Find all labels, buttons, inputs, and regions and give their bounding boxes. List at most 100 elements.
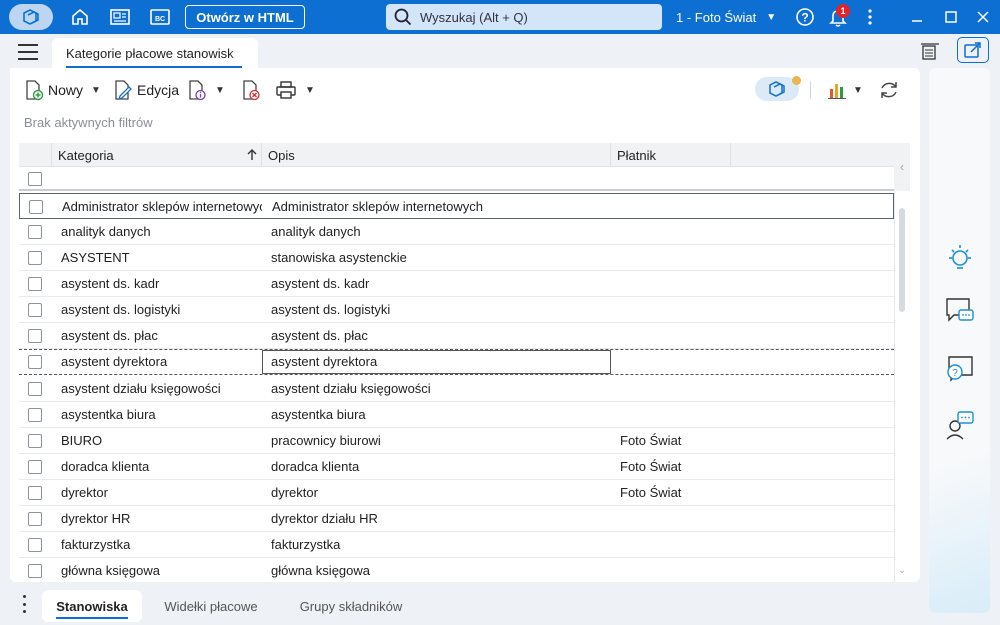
table-row[interactable]: główna księgowa główna księgowa bbox=[19, 558, 894, 582]
table-row[interactable]: dyrektor dyrektor Foto Świat bbox=[19, 480, 894, 506]
cell-opis: asystent ds. logistyki bbox=[271, 302, 391, 317]
table-row[interactable]: BIURO pracownicy biurowi Foto Świat bbox=[19, 428, 894, 454]
table-row[interactable]: ASYSTENT stanowiska asystenckie bbox=[19, 245, 894, 271]
more-vertical-icon[interactable] bbox=[858, 5, 882, 29]
collapse-panel-icon[interactable]: ‹ bbox=[894, 143, 910, 191]
refresh-button[interactable] bbox=[878, 78, 900, 102]
column-header-opis[interactable]: Opis bbox=[262, 143, 611, 167]
chat-icon[interactable] bbox=[943, 294, 977, 328]
table-row[interactable]: dyrektor HR dyrektor działu HR bbox=[19, 506, 894, 532]
table-row[interactable]: Administrator sklepów internetowych Admi… bbox=[19, 193, 894, 219]
column-header-kategoria[interactable]: Kategoria bbox=[52, 143, 242, 167]
row-checkbox[interactable] bbox=[28, 486, 42, 500]
row-checkbox[interactable] bbox=[29, 200, 43, 214]
menu-icon[interactable] bbox=[18, 44, 38, 60]
minimize-icon[interactable] bbox=[900, 0, 934, 34]
cell-kategoria: dyrektor bbox=[61, 485, 108, 500]
new-document-icon bbox=[26, 80, 44, 101]
home-icon[interactable] bbox=[68, 5, 92, 29]
open-in-html-button[interactable]: Otwórz w HTML bbox=[185, 5, 305, 29]
more-vertical-icon[interactable] bbox=[22, 595, 26, 613]
cell-kategoria: asystent działu księgowości bbox=[61, 381, 221, 396]
table-row[interactable]: asystentka biura asystentka biura bbox=[19, 402, 894, 428]
table-row[interactable]: asystent ds. kadr asystent ds. kadr bbox=[19, 271, 894, 297]
tab-widelki-placowe[interactable]: Widełki płacowe bbox=[150, 590, 272, 622]
delete-button[interactable] bbox=[241, 78, 261, 102]
tab-grupy-skladnikow[interactable]: Grupy składników bbox=[284, 590, 418, 622]
grid-select-all-row bbox=[19, 167, 894, 191]
edit-document-icon bbox=[115, 80, 132, 101]
support-agent-icon[interactable] bbox=[943, 408, 977, 442]
table-row[interactable]: asystent ds. logistyki asystent ds. logi… bbox=[19, 297, 894, 323]
table-row-focused[interactable]: asystent dyrektora asystent dyrektora bbox=[19, 349, 894, 375]
help-icon[interactable]: ? bbox=[793, 5, 817, 29]
tab-label: Widełki płacowe bbox=[164, 598, 258, 614]
cell-opis: asystent ds. płac bbox=[271, 328, 368, 343]
document-info-button[interactable]: ▼ bbox=[187, 78, 225, 102]
company-selector[interactable]: 1 - Foto Świat ▼ bbox=[676, 0, 776, 34]
scrollbar-thumb[interactable] bbox=[899, 208, 905, 312]
row-checkbox[interactable] bbox=[28, 564, 42, 578]
table-row[interactable]: asystent ds. płac asystent ds. płac bbox=[19, 323, 894, 349]
table-row[interactable]: analityk danych analityk danych bbox=[19, 219, 894, 245]
cell-kategoria: doradca klienta bbox=[61, 459, 150, 474]
row-checkbox[interactable] bbox=[28, 512, 42, 526]
row-checkbox[interactable] bbox=[28, 408, 42, 422]
notification-badge: 1 bbox=[836, 4, 850, 18]
share-icon[interactable] bbox=[957, 37, 989, 63]
select-all-checkbox[interactable] bbox=[28, 172, 42, 186]
tab-stanowiska[interactable]: Stanowiska bbox=[42, 590, 142, 622]
search-icon bbox=[394, 8, 412, 26]
close-icon[interactable] bbox=[966, 0, 1000, 34]
document-info-icon bbox=[189, 80, 206, 101]
list-settings-icon[interactable] bbox=[920, 42, 942, 62]
table-row[interactable]: doradca klienta doradca klienta Foto Świ… bbox=[19, 454, 894, 480]
maximize-icon[interactable] bbox=[934, 0, 968, 34]
cubes-icon bbox=[769, 81, 785, 97]
svg-text:?: ? bbox=[952, 368, 958, 379]
cell-opis: dyrektor działu HR bbox=[271, 511, 378, 526]
row-checkbox[interactable] bbox=[28, 251, 42, 265]
delete-document-icon bbox=[243, 80, 260, 101]
scroll-down-icon[interactable]: ⌄ bbox=[896, 565, 908, 577]
print-button[interactable]: ▼ bbox=[275, 78, 315, 102]
app-logo-button[interactable] bbox=[9, 4, 53, 30]
table-row[interactable]: asystent działu księgowości asystent dzi… bbox=[19, 376, 894, 402]
cell-opis: doradca klienta bbox=[271, 459, 360, 474]
help-chat-icon[interactable]: ? bbox=[943, 352, 977, 386]
search-input[interactable]: Wyszukaj (Alt + Q) bbox=[386, 4, 662, 30]
cell-opis: asystent dyrektora bbox=[271, 354, 378, 369]
cell-opis: Administrator sklepów internetowych bbox=[272, 199, 483, 214]
row-checkbox[interactable] bbox=[28, 225, 42, 239]
row-checkbox[interactable] bbox=[28, 329, 42, 343]
tab-kategorie-placowe[interactable]: Kategorie płacowe stanowisk bbox=[52, 38, 258, 68]
newspaper-icon[interactable] bbox=[108, 5, 132, 29]
bc-icon[interactable]: BC bbox=[148, 5, 172, 29]
new-button[interactable]: Nowy ▼ bbox=[24, 78, 101, 102]
row-checkbox[interactable] bbox=[28, 355, 42, 369]
chart-button[interactable]: ▼ bbox=[827, 78, 863, 102]
rail-decoration bbox=[929, 363, 990, 613]
cell-kategoria: fakturzystka bbox=[61, 537, 131, 552]
toolbar: Nowy ▼ Edycja ▼ ▼ ▼ bbox=[10, 68, 920, 112]
row-checkbox[interactable] bbox=[28, 277, 42, 291]
row-checkbox[interactable] bbox=[28, 538, 42, 552]
lightbulb-icon[interactable] bbox=[943, 240, 977, 274]
cell-platnik: Foto Świat bbox=[620, 459, 682, 474]
table-row[interactable]: fakturzystka fakturzystka bbox=[19, 532, 894, 558]
cell-kategoria: asystentka biura bbox=[61, 407, 156, 422]
row-checkbox[interactable] bbox=[28, 303, 42, 317]
search-placeholder: Wyszukaj (Alt + Q) bbox=[420, 9, 528, 25]
cell-opis: asystent ds. kadr bbox=[271, 276, 370, 291]
row-checkbox[interactable] bbox=[28, 460, 42, 474]
column-header-platnik[interactable]: Płatnik bbox=[611, 143, 731, 167]
row-checkbox[interactable] bbox=[28, 382, 42, 396]
sort-ascending-icon[interactable] bbox=[242, 143, 262, 167]
edit-button[interactable]: Edycja bbox=[113, 78, 179, 102]
cell-opis: asystent działu księgowości bbox=[271, 381, 431, 396]
row-checkbox[interactable] bbox=[28, 434, 42, 448]
cell-opis: dyrektor bbox=[271, 485, 318, 500]
cell-kategoria: dyrektor HR bbox=[61, 511, 131, 526]
title-bar: BC Otwórz w HTML Wyszukaj (Alt + Q) 1 - … bbox=[0, 0, 1000, 34]
svg-text:?: ? bbox=[801, 11, 808, 25]
